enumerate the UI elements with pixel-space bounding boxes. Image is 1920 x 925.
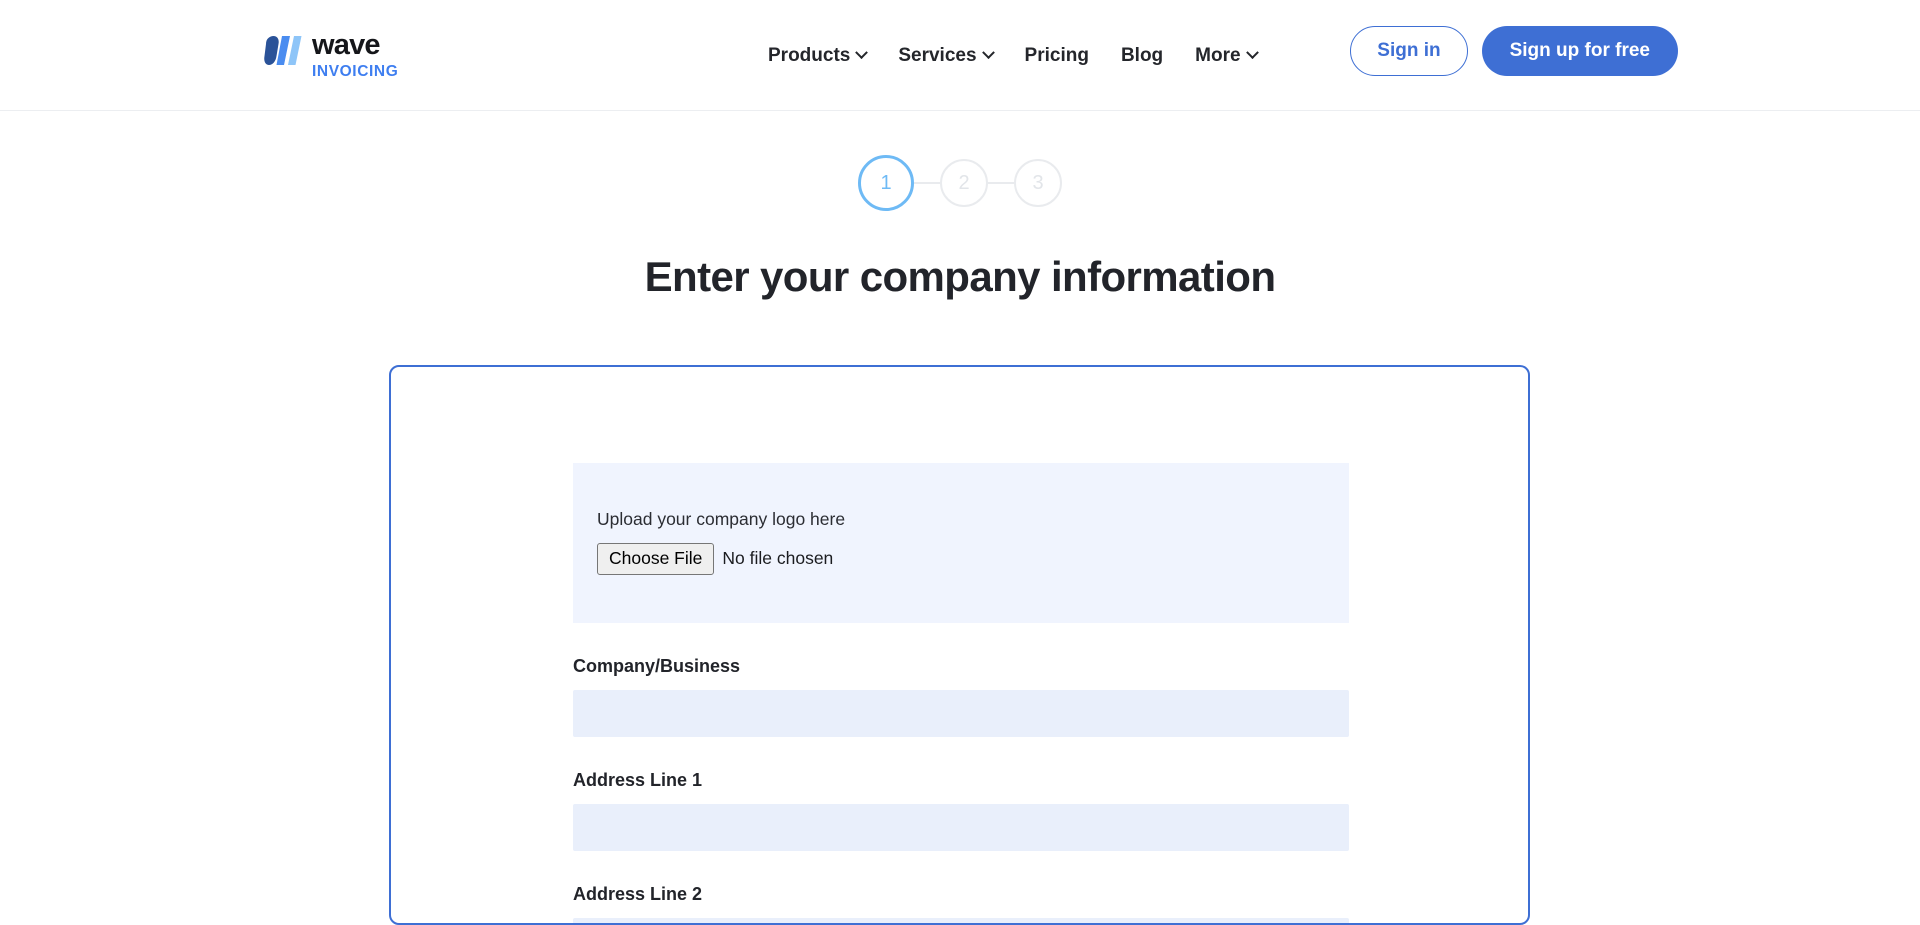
choose-file-button[interactable]: Choose File [597,543,715,575]
company-business-label: Company/Business [573,656,741,676]
logo-wordmark: wave [312,29,381,61]
chevron-down-icon [981,46,995,60]
wave-logo[interactable]: wave INVOICING [264,30,398,80]
address-line-1-input[interactable] [573,804,1349,851]
form-inner: Upload your company logo here Choose Fil… [573,367,1349,923]
step-indicator-1[interactable]: 1 [858,155,914,211]
nav-item-blog[interactable]: Blog [1105,45,1179,67]
nav-item-label: Blog [1120,44,1164,66]
logo-subtitle: INVOICING [312,63,399,81]
address-line-2-input[interactable] [573,918,1349,923]
nav-item-services[interactable]: Services [882,45,1008,67]
logo-upload-area[interactable]: Upload your company logo here Choose Fil… [573,463,1349,623]
nav-item-label: Services [898,44,977,66]
step-indicator-2[interactable]: 2 [940,159,988,207]
page-title: Enter your company information [644,253,1276,300]
upload-hint-label: Upload your company logo here [597,509,846,529]
file-input-row: Choose File No file chosen [597,543,1349,575]
company-information-form: Upload your company logo here Choose Fil… [389,365,1530,925]
wave-logo-mark-icon [264,36,302,65]
nav-item-label: Pricing [1024,44,1089,66]
sign-up-button[interactable]: Sign up for free [1481,26,1678,76]
header-actions: Sign in Sign up for free [1350,26,1678,76]
nav-item-pricing[interactable]: Pricing [1009,45,1105,67]
site-header: wave INVOICING Products Services Pricing… [0,0,1920,111]
file-status-text: No file chosen [722,548,834,569]
main-navigation: Products Services Pricing Blog More [752,0,1273,111]
nav-item-more[interactable]: More [1179,45,1272,67]
nav-item-label: Products [768,44,851,66]
sign-in-button[interactable]: Sign in [1350,26,1468,76]
address-line-2-label: Address Line 2 [573,884,703,904]
step-indicator-3[interactable]: 3 [1014,159,1062,207]
nav-item-label: More [1195,44,1241,66]
address-line-1-label: Address Line 1 [573,770,703,790]
chevron-down-icon [1245,46,1259,60]
chevron-down-icon [855,46,869,60]
nav-item-products[interactable]: Products [752,45,882,67]
step-connector [988,182,1014,184]
company-business-input[interactable] [573,690,1349,737]
step-connector [914,182,940,184]
progress-stepper: 1 2 3 [0,155,1920,211]
